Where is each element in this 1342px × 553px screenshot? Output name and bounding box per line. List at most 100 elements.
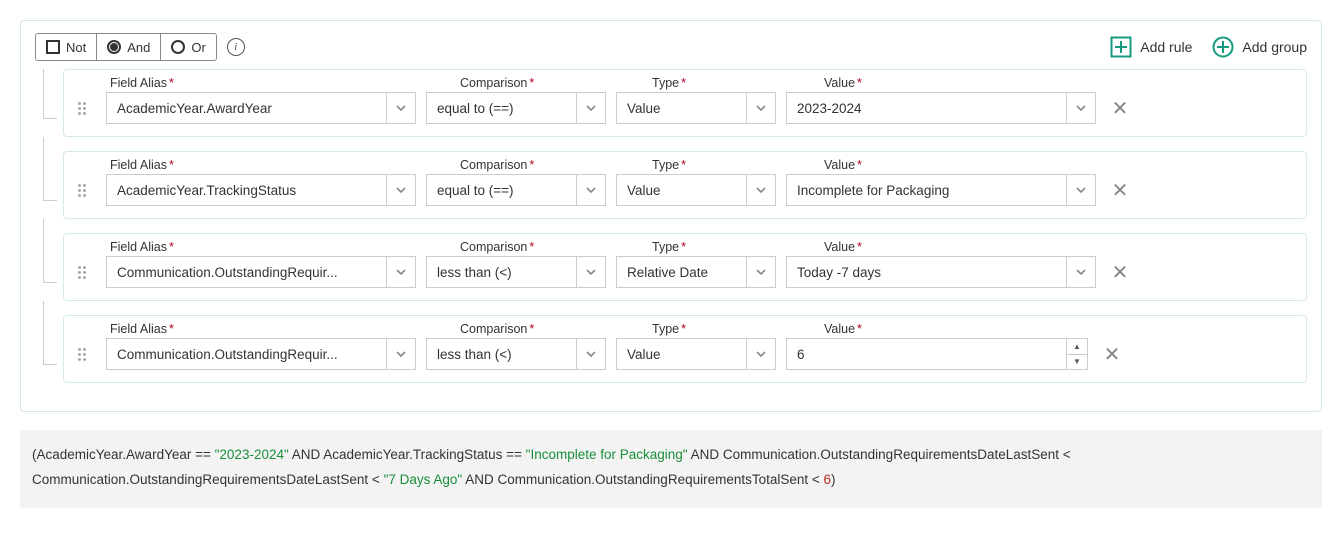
dropdown-button[interactable] xyxy=(1066,256,1096,288)
type-text: Value xyxy=(616,338,746,370)
value-select[interactable]: Incomplete for Packaging xyxy=(786,174,1096,206)
not-toggle[interactable]: Not xyxy=(36,34,97,60)
comparison-select[interactable]: less than (<) xyxy=(426,338,606,370)
connector-line xyxy=(43,69,57,119)
type-select[interactable]: Relative Date xyxy=(616,256,776,288)
remove-rule-button[interactable]: ✕ xyxy=(1110,178,1130,203)
chevron-down-icon xyxy=(395,184,407,196)
field-alias-select[interactable]: Communication.OutstandingRequir... xyxy=(106,256,416,288)
add-rule-button[interactable]: Add rule xyxy=(1110,36,1192,58)
and-radio[interactable]: And xyxy=(97,34,161,60)
rules-container: Field Alias*Comparison*Type*Value*Academ… xyxy=(35,69,1307,383)
type-select[interactable]: Value xyxy=(616,338,776,370)
connector-line xyxy=(43,137,57,201)
code-text: ) xyxy=(831,472,836,487)
and-label: And xyxy=(127,40,150,55)
chevron-down-icon xyxy=(755,266,767,278)
dropdown-button[interactable] xyxy=(1066,92,1096,124)
comparison-select[interactable]: equal to (==) xyxy=(426,174,606,206)
type-label: Type* xyxy=(652,158,824,172)
comparison-label: Comparison* xyxy=(460,240,652,254)
dropdown-button[interactable] xyxy=(746,338,776,370)
dropdown-button[interactable] xyxy=(576,338,606,370)
spin-up-icon[interactable]: ▲ xyxy=(1067,339,1087,355)
add-group-button[interactable]: Add group xyxy=(1212,36,1307,58)
chevron-down-icon xyxy=(585,266,597,278)
chevron-down-icon xyxy=(585,348,597,360)
field-alias-label: Field Alias* xyxy=(110,158,460,172)
code-string: "Incomplete for Packaging" xyxy=(526,447,688,462)
value-text: 6 xyxy=(786,338,1066,370)
chevron-down-icon xyxy=(395,266,407,278)
field-alias-select[interactable]: AcademicYear.AwardYear xyxy=(106,92,416,124)
connector-line xyxy=(43,219,57,283)
plus-square-icon xyxy=(1110,36,1132,58)
value-label: Value* xyxy=(824,76,862,90)
dropdown-button[interactable] xyxy=(386,92,416,124)
type-text: Value xyxy=(616,174,746,206)
spin-down-icon[interactable]: ▼ xyxy=(1067,355,1087,370)
dropdown-button[interactable] xyxy=(746,92,776,124)
chevron-down-icon xyxy=(395,102,407,114)
field-alias-select[interactable]: AcademicYear.TrackingStatus xyxy=(106,174,416,206)
drag-handle-icon[interactable] xyxy=(74,184,90,197)
remove-rule-button[interactable]: ✕ xyxy=(1110,96,1130,121)
drag-handle-icon[interactable] xyxy=(74,102,90,115)
comparison-select[interactable]: equal to (==) xyxy=(426,92,606,124)
comparison-text: less than (<) xyxy=(426,256,576,288)
type-select[interactable]: Value xyxy=(616,174,776,206)
type-label: Type* xyxy=(652,322,824,336)
query-builder-panel: Not And Or i Add rule xyxy=(20,20,1322,412)
drag-handle-icon[interactable] xyxy=(74,266,90,279)
comparison-text: less than (<) xyxy=(426,338,576,370)
value-select[interactable]: Today -7 days xyxy=(786,256,1096,288)
chevron-down-icon xyxy=(1075,184,1087,196)
dropdown-button[interactable] xyxy=(576,92,606,124)
dropdown-button[interactable] xyxy=(576,174,606,206)
type-label: Type* xyxy=(652,240,824,254)
chevron-down-icon xyxy=(755,102,767,114)
dropdown-button[interactable] xyxy=(746,174,776,206)
info-icon[interactable]: i xyxy=(227,38,245,56)
number-spinner: ▲▼ xyxy=(1066,338,1088,370)
dropdown-button[interactable] xyxy=(576,256,606,288)
query-preview: (AcademicYear.AwardYear == "2023-2024" A… xyxy=(20,430,1322,508)
field-alias-text: AcademicYear.AwardYear xyxy=(106,92,386,124)
rule-card: Field Alias*Comparison*Type*Value*Commun… xyxy=(63,315,1307,383)
code-text: (AcademicYear.AwardYear == xyxy=(32,447,215,462)
connector-line xyxy=(43,301,57,365)
rule-row: Field Alias*Comparison*Type*Value*Commun… xyxy=(43,315,1307,383)
field-alias-text: Communication.OutstandingRequir... xyxy=(106,256,386,288)
field-alias-select[interactable]: Communication.OutstandingRequir... xyxy=(106,338,416,370)
dropdown-button[interactable] xyxy=(386,256,416,288)
field-alias-label: Field Alias* xyxy=(110,240,460,254)
comparison-text: equal to (==) xyxy=(426,92,576,124)
or-radio[interactable]: Or xyxy=(161,34,215,60)
chevron-down-icon xyxy=(755,348,767,360)
type-text: Value xyxy=(616,92,746,124)
remove-rule-button[interactable]: ✕ xyxy=(1102,342,1122,367)
drag-handle-icon[interactable] xyxy=(74,348,90,361)
radio-icon xyxy=(171,40,185,54)
value-label: Value* xyxy=(824,322,862,336)
chevron-down-icon xyxy=(1075,102,1087,114)
remove-rule-button[interactable]: ✕ xyxy=(1110,260,1130,285)
comparison-select[interactable]: less than (<) xyxy=(426,256,606,288)
type-label: Type* xyxy=(652,76,824,90)
value-select[interactable]: 2023-2024 xyxy=(786,92,1096,124)
code-string: "7 Days Ago" xyxy=(384,472,463,487)
rule-card: Field Alias*Comparison*Type*Value*Commun… xyxy=(63,233,1307,301)
comparison-label: Comparison* xyxy=(460,158,652,172)
dropdown-button[interactable] xyxy=(386,338,416,370)
value-label: Value* xyxy=(824,158,862,172)
dropdown-button[interactable] xyxy=(1066,174,1096,206)
rule-row: Field Alias*Comparison*Type*Value* Academ… xyxy=(43,151,1307,219)
dropdown-button[interactable] xyxy=(386,174,416,206)
value-number-input[interactable]: 6▲▼ xyxy=(786,338,1088,370)
value-text: 2023-2024 xyxy=(786,92,1066,124)
chevron-down-icon xyxy=(755,184,767,196)
chevron-down-icon xyxy=(585,184,597,196)
type-select[interactable]: Value xyxy=(616,92,776,124)
radio-selected-icon xyxy=(107,40,121,54)
dropdown-button[interactable] xyxy=(746,256,776,288)
